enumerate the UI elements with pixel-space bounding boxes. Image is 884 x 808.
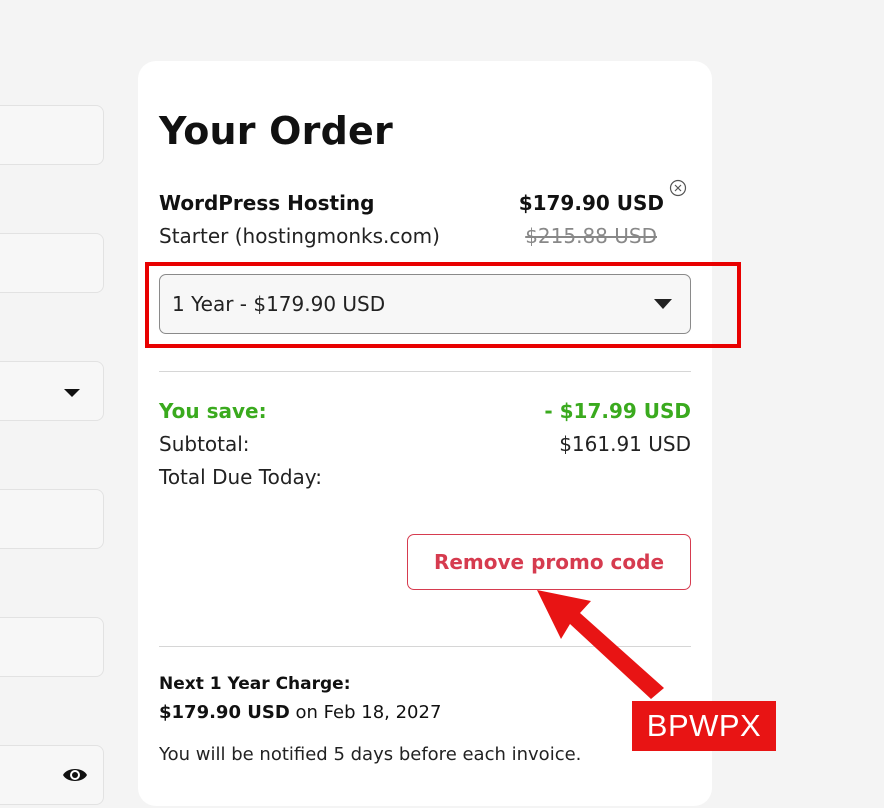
annotation-label: BPWPX: [632, 701, 776, 751]
annotation-arrow: [537, 590, 664, 699]
